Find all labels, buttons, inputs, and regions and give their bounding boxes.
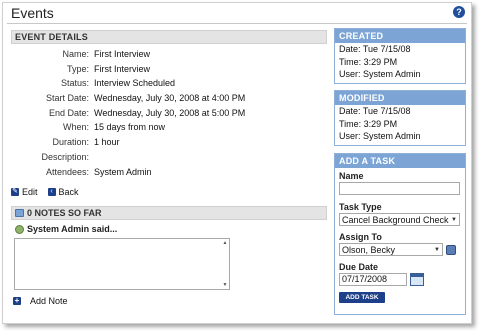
add-task-panel: ADD A TASK Name Task Type Cancel Backgro… — [334, 153, 466, 315]
note-textarea[interactable]: ▲ ▼ — [14, 238, 230, 290]
back-button[interactable]: ‹ Back — [47, 187, 79, 197]
modified-time: Time: 3:29 PM — [339, 118, 398, 129]
detail-label: Status: — [60, 78, 89, 89]
detail-label: Start Date: — [45, 93, 89, 104]
detail-value: First Interview — [94, 63, 151, 74]
detail-row-status: Status: Interview Scheduled — [11, 76, 327, 91]
notes-icon — [15, 209, 24, 217]
detail-label: End Date: — [48, 107, 89, 118]
events-window: Events ? EVENT DETAILS Name: First Interv… — [2, 2, 472, 324]
detail-label: Type: — [66, 63, 89, 74]
created-date: Date: Tue 7/15/08 — [339, 44, 411, 54]
edit-icon: ✎ — [11, 188, 19, 196]
chevron-down-icon: ▼ — [451, 216, 457, 223]
assign-to-value: Olson, Becky — [342, 244, 396, 255]
notes-heading-label: 0 NOTES SO FAR — [27, 207, 102, 218]
calendar-icon[interactable] — [410, 273, 424, 286]
notes-heading: 0 NOTES SO FAR — [11, 206, 327, 220]
due-date-label: Due Date — [339, 262, 379, 272]
detail-row-type: Type: First Interview — [11, 62, 327, 77]
back-icon: ‹ — [47, 188, 56, 196]
task-type-select[interactable]: Cancel Background Check ▼ — [339, 213, 460, 226]
event-details-heading: EVENT DETAILS — [11, 30, 327, 44]
back-label: Back — [58, 187, 79, 197]
created-heading: CREATED — [335, 29, 465, 43]
add-task-button[interactable]: ADD TASK — [339, 292, 385, 303]
user-icon — [15, 224, 24, 234]
modified-date: Date: Tue 7/15/08 — [339, 106, 411, 116]
event-details-list: Name: First Interview Type: First Intervie… — [11, 47, 327, 179]
created-panel: CREATED Date: Tue 7/15/08 Time: 3:29 PM … — [334, 28, 466, 84]
detail-value: Wednesday, July 30, 2008 at 4:00 PM — [94, 93, 246, 104]
detail-row-duration: Duration: 1 hour — [11, 135, 327, 150]
detail-label: Name: — [62, 49, 89, 59]
contact-lookup-icon[interactable] — [446, 244, 456, 255]
scroll-up-icon[interactable]: ▲ — [222, 240, 228, 246]
detail-value: Wednesday, July 30, 2008 at 5:00 PM — [94, 107, 246, 118]
page-title: Events — [11, 5, 54, 21]
edit-button[interactable]: ✎ Edit — [11, 187, 38, 197]
task-name-input[interactable] — [339, 182, 460, 195]
detail-label: Description: — [41, 151, 89, 162]
detail-row-attendees: Attendees: System Admin — [11, 165, 327, 180]
modified-panel: MODIFIED Date: Tue 7/15/08 Time: 3:29 PM… — [334, 90, 466, 146]
detail-value: 1 hour — [94, 137, 120, 148]
add-task-heading: ADD A TASK — [335, 154, 465, 168]
detail-row-end-date: End Date: Wednesday, July 30, 2008 at 5:0… — [11, 106, 327, 121]
scroll-down-icon[interactable]: ▼ — [222, 282, 228, 288]
chevron-down-icon: ▼ — [434, 246, 440, 253]
event-details-panel: EVENT DETAILS Name: First Interview Type:… — [11, 30, 327, 306]
event-actions: ✎ Edit ‹ Back — [11, 187, 89, 197]
detail-label: Attendees: — [45, 166, 89, 177]
edit-label: Edit — [22, 187, 38, 197]
due-date-row: 07/17/2008 — [335, 273, 465, 286]
detail-value: System Admin — [94, 166, 152, 177]
detail-value: First Interview — [94, 49, 151, 59]
task-type-label: Task Type — [339, 202, 382, 212]
modified-user: User: System Admin — [339, 131, 421, 141]
plus-icon: + — [13, 296, 21, 305]
task-name-label: Name — [339, 171, 364, 181]
detail-label: When: — [62, 122, 89, 133]
due-date-input[interactable]: 07/17/2008 — [339, 273, 407, 286]
detail-label: Duration: — [52, 137, 89, 148]
task-type-value: Cancel Background Check — [342, 214, 449, 225]
detail-row-when: When: 15 days from now — [11, 120, 327, 135]
detail-row-name: Name: First Interview — [11, 47, 327, 62]
add-note-label: Add Note — [30, 296, 68, 306]
detail-row-start-date: Start Date: Wednesday, July 30, 2008 at 4… — [11, 91, 327, 106]
assign-to-row: Olson, Becky ▼ — [335, 243, 465, 256]
title-divider — [7, 23, 467, 24]
help-icon[interactable]: ? — [453, 6, 465, 18]
assign-to-select[interactable]: Olson, Becky ▼ — [339, 243, 443, 256]
created-user: User: System Admin — [339, 69, 421, 79]
note-author: System Admin said... — [15, 224, 117, 234]
note-author-label: System Admin said... — [27, 224, 118, 234]
created-time: Time: 3:29 PM — [339, 56, 398, 67]
detail-row-description: Description: — [11, 150, 327, 165]
detail-value: Interview Scheduled — [94, 78, 176, 89]
modified-heading: MODIFIED — [335, 91, 465, 105]
add-note-button[interactable]: + Add Note — [13, 296, 68, 306]
assign-to-label: Assign To — [339, 232, 382, 242]
detail-value: 15 days from now — [94, 122, 166, 133]
